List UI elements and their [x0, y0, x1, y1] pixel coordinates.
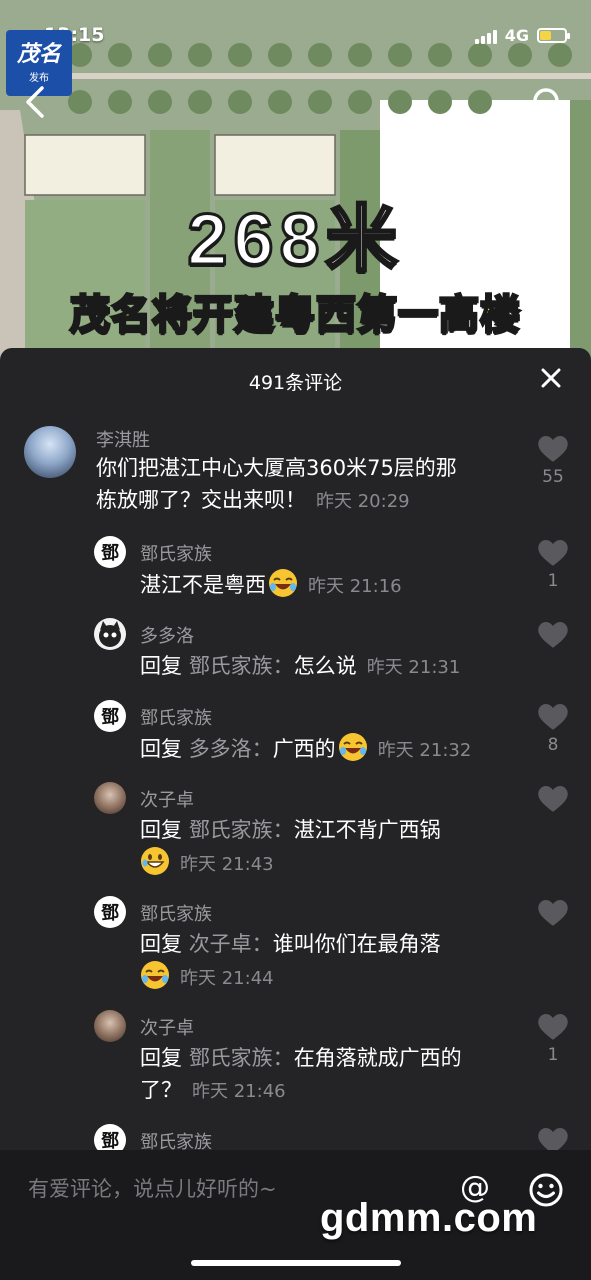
reply-item[interactable]: 鄧 鄧氏家族 湛江不是粤西 昨天 21:16 1: [0, 536, 591, 606]
watermark-text: gdmm.com: [320, 1196, 538, 1240]
like-count: 1: [547, 571, 559, 591]
back-chevron-icon: [26, 86, 44, 118]
comment-time: 昨天 21:44: [180, 968, 274, 989]
comment-text: 回复 多多洛：广西的 昨天 21:32: [140, 732, 471, 767]
logo-main-text: 茂名: [16, 40, 61, 67]
cat-avatar-icon: [99, 621, 121, 647]
comment-text: 你们把湛江中心大厦高360米75层的那 栋放哪了？交出来呗！ 昨天 20:29: [96, 452, 516, 518]
avatar[interactable]: 鄧: [94, 896, 126, 928]
reply-to-user[interactable]: 次子卓：: [189, 932, 273, 956]
comment-text: 回复 鄧氏家族：怎么说 昨天 21:31: [140, 650, 460, 684]
laughing-emoji-icon: [269, 569, 297, 597]
home-indicator: [191, 1260, 401, 1266]
avatar[interactable]: [94, 1010, 126, 1042]
battery-icon: [537, 28, 570, 43]
comment-time: 昨天 21:43: [180, 854, 274, 875]
reply-to-user[interactable]: 鄧氏家族：: [189, 818, 294, 842]
comment-text-content: 了？: [140, 1078, 182, 1102]
reply-prefix: 回复: [140, 932, 182, 956]
comment-text-content: 怎么说: [293, 654, 357, 678]
heart-icon: [538, 900, 568, 926]
like-count: 55: [542, 467, 564, 487]
like-count: 1: [547, 1045, 559, 1065]
like-button[interactable]: 1: [533, 540, 573, 591]
heart-icon: [538, 540, 568, 566]
avatar[interactable]: [24, 426, 76, 478]
reply-item[interactable]: 鄧 鄧氏家族 回复 多多洛：广西的 昨天 21:32 8: [0, 700, 591, 770]
reply-item[interactable]: 次子卓 回复 鄧氏家族：湛江不背广西锅 昨天 21:43: [0, 782, 591, 882]
like-button[interactable]: 8: [533, 704, 573, 755]
reply-to-user[interactable]: 鄧氏家族：: [189, 654, 294, 678]
like-button[interactable]: 1: [533, 1014, 573, 1065]
reply-to-user[interactable]: 鄧氏家族：: [189, 1046, 294, 1070]
reply-prefix: 回复: [140, 737, 182, 761]
reply-prefix: 回复: [140, 818, 182, 842]
like-button[interactable]: [533, 622, 573, 649]
close-icon: [541, 368, 561, 388]
comment-username[interactable]: 鄧氏家族: [140, 704, 212, 730]
laughing-emoji-icon: [141, 961, 169, 989]
comment-time: 昨天 20:29: [316, 491, 410, 512]
like-button[interactable]: [533, 786, 573, 813]
comment-text: 回复 次子卓：谁叫你们在最角落 昨天 21:44: [140, 928, 520, 995]
reply-item[interactable]: 多多洛 回复 鄧氏家族：怎么说 昨天 21:31: [0, 618, 591, 688]
signal-icon: [474, 28, 497, 44]
comment-username[interactable]: 次子卓: [140, 786, 194, 812]
comment-text: 湛江不是粤西 昨天 21:16: [140, 568, 402, 603]
comment-text-content: 在角落就成广西的: [293, 1046, 462, 1070]
network-label: 4G: [504, 26, 529, 45]
avatar[interactable]: 鄧: [94, 536, 126, 568]
comment-text: 回复 鄧氏家族：在角落就成广西的 了？ 昨天 21:46: [140, 1042, 520, 1108]
avatar[interactable]: 鄧: [94, 700, 126, 732]
heart-icon: [538, 622, 568, 648]
comment-username[interactable]: 鄧氏家族: [140, 540, 212, 566]
search-icon: [533, 88, 566, 121]
comment-username[interactable]: 李淇胜: [96, 426, 150, 452]
status-indicators: 4G: [474, 26, 570, 45]
heart-icon: [538, 786, 568, 812]
reply-prefix: 回复: [140, 654, 182, 678]
comment-username[interactable]: 鄧氏家族: [140, 900, 212, 926]
comment-username[interactable]: 多多洛: [140, 622, 194, 648]
reply-item[interactable]: 鄧 鄧氏家族 回复 次子卓：谁叫你们在最角落 昨天 21:44: [0, 896, 591, 996]
comment-text-content: 湛江不背广西锅: [293, 818, 441, 842]
heart-icon: [538, 436, 568, 462]
comment-time: 昨天 21:32: [377, 740, 472, 761]
comment-text-line: 你们把湛江中心大厦高360米75层的那: [96, 456, 457, 480]
like-button[interactable]: 55: [533, 436, 573, 487]
avatar[interactable]: [94, 782, 126, 814]
reply-item[interactable]: 次子卓 回复 鄧氏家族：在角落就成广西的 了？ 昨天 21:46 1: [0, 1010, 591, 1110]
comment-item[interactable]: 李淇胜 你们把湛江中心大厦高360米75层的那 栋放哪了？交出来呗！ 昨天 20:…: [0, 426, 591, 526]
comment-time: 昨天 21:16: [308, 576, 402, 597]
comment-text-content: 谁叫你们在最角落: [272, 932, 441, 956]
heart-icon: [538, 704, 568, 730]
comment-username[interactable]: 次子卓: [140, 1014, 194, 1040]
video-headline-text: 茂名将开建粤西第一高楼: [69, 291, 522, 340]
comment-time: 昨天 21:31: [366, 657, 461, 678]
comment-time: 昨天 21:46: [192, 1081, 286, 1102]
laughing-emoji-icon: [338, 733, 367, 761]
logo-sub-text: 发布: [29, 72, 49, 84]
comment-text-content: 广西的: [272, 737, 336, 761]
close-comments-button[interactable]: [539, 366, 563, 390]
video-headline-number: 268米: [186, 199, 404, 282]
comments-sheet: 491条评论 李淇胜 你们把湛江中心大厦高360米75层的那 栋放哪了？交出来呗…: [0, 348, 591, 1280]
reply-prefix: 回复: [140, 1046, 182, 1070]
comment-text: 回复 鄧氏家族：湛江不背广西锅 昨天 21:43: [140, 814, 520, 881]
heart-icon: [538, 1014, 568, 1040]
status-bar: 13:15 4G: [0, 0, 591, 72]
comments-count-title: 491条评论: [248, 372, 343, 394]
avatar[interactable]: [94, 618, 126, 650]
like-button[interactable]: [533, 900, 573, 927]
reply-to-user[interactable]: 多多洛：: [189, 737, 273, 761]
comment-text-line: 栋放哪了？交出来呗！: [96, 488, 306, 512]
back-button[interactable]: [22, 84, 54, 120]
like-count: 8: [547, 735, 559, 755]
grinning-emoji-icon: [141, 847, 169, 875]
comment-input-bar: @ gdmm.com: [0, 1150, 591, 1280]
comments-header: 491条评论: [0, 348, 591, 408]
search-button[interactable]: [531, 86, 567, 122]
comment-text-content: 湛江不是粤西: [140, 573, 266, 597]
